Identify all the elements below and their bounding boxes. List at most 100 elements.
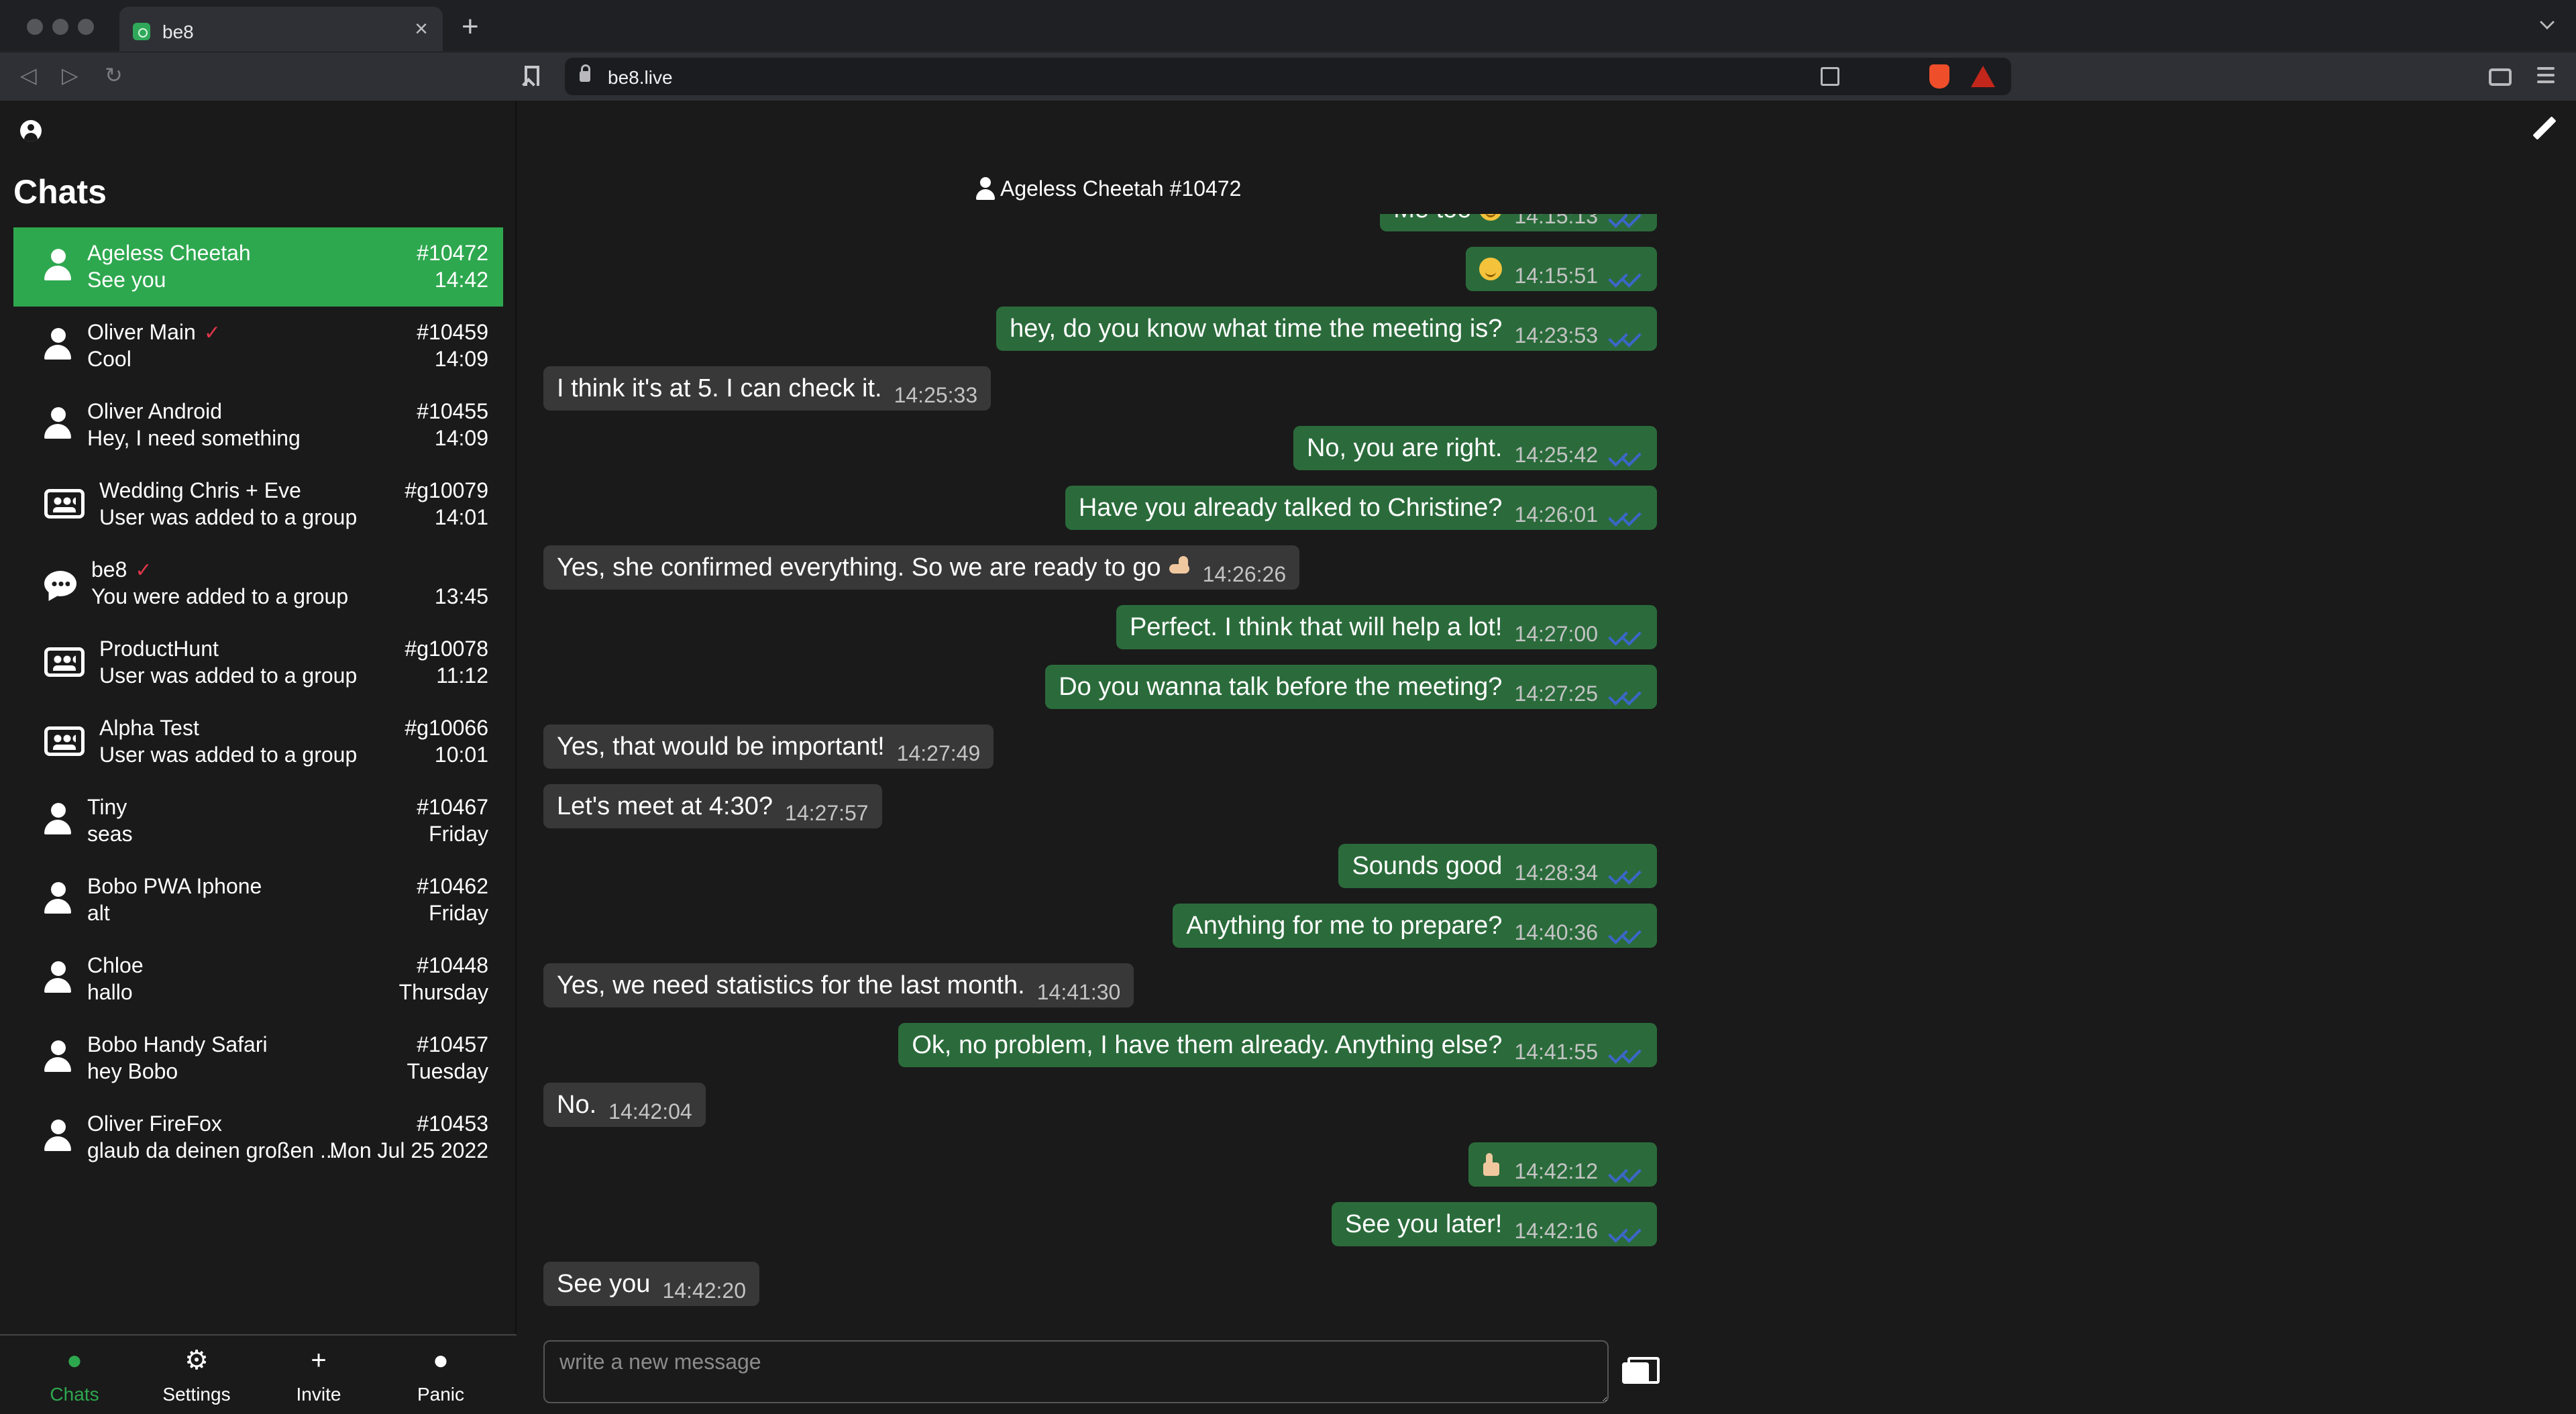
message-text: See you later! <box>1344 1209 1503 1238</box>
smile-emoji-icon <box>1479 214 1503 221</box>
hamburger-menu-icon[interactable] <box>2537 67 2555 85</box>
close-window-button[interactable] <box>27 19 43 35</box>
share-icon[interactable] <box>1821 67 1839 86</box>
person-icon <box>43 1120 72 1153</box>
message-text: hey, do you know what time the meeting i… <box>1010 314 1503 343</box>
message-timestamp: 14:28:34 <box>1514 860 1598 885</box>
message-timestamp: 14:40:36 <box>1514 920 1598 944</box>
chat-time: 14:09 <box>434 426 488 450</box>
attach-image-icon[interactable] <box>1622 1357 1660 1384</box>
chat-time: Thursday <box>398 980 488 1004</box>
chat-list-item[interactable]: Wedding Chris + Eve User was added to a g… <box>13 465 503 544</box>
message-bubble-outgoing: Have you already talked to Christine? 14:… <box>1065 486 1657 530</box>
compose-pencil-icon[interactable] <box>2532 116 2556 140</box>
forward-arrow-icon[interactable]: ▷ <box>62 64 78 86</box>
chat-list-item[interactable]: Oliver FireFox glaub da deinen großen ...… <box>13 1098 503 1177</box>
message-bubble-outgoing: Anything for me to prepare? 14:40:36 <box>1173 904 1657 948</box>
chat-list-item[interactable]: Chloe hallo #10448 Thursday <box>13 940 503 1019</box>
maximize-window-button[interactable] <box>78 19 94 35</box>
nav-invite[interactable]: + Invite <box>258 1345 380 1409</box>
message-timestamp: 14:15:13 <box>1514 214 1598 228</box>
chat-list-item[interactable]: Bobo PWA Iphone alt #10462 Friday <box>13 861 503 940</box>
chat-time: 14:42 <box>434 268 488 292</box>
chat-preview: seas <box>87 822 133 846</box>
message-bubble-outgoing: 14:42:12 <box>1468 1142 1657 1187</box>
message-text: Do you wanna talk before the meeting? <box>1059 672 1503 701</box>
chat-name: Chloe <box>87 953 144 978</box>
chat-name: Oliver FireFox <box>87 1111 222 1136</box>
message-bubble-outgoing: hey, do you know what time the meeting i… <box>996 307 1657 351</box>
tab-title: be8 <box>162 21 194 42</box>
message-text: Yes, she confirmed everything. So we are… <box>557 553 1161 582</box>
brave-rewards-icon[interactable] <box>1971 66 1995 87</box>
message-text: Ok, no problem, I have them already. Any… <box>912 1030 1503 1059</box>
nav-label: Settings <box>162 1384 231 1405</box>
chat-name-text: Wedding Chris + Eve <box>99 478 301 502</box>
chat-id: #10472 <box>417 241 488 265</box>
nav-panic[interactable]: ● Panic <box>380 1345 502 1409</box>
message-composer <box>543 1340 1609 1403</box>
chats-icon: ● <box>66 1346 83 1375</box>
group-icon <box>44 489 85 519</box>
message-text: Me too <box>1393 214 1471 224</box>
chat-list-item[interactable]: Bobo Handy Safari hey Bobo #10457 Tuesday <box>13 1019 503 1098</box>
chat-name-text: Bobo PWA Iphone <box>87 874 262 898</box>
chat-bubble-icon <box>44 571 76 596</box>
person-icon <box>43 1040 72 1074</box>
chat-name-text: Chloe <box>87 953 144 977</box>
chat-list-item[interactable]: Tiny seas #10467 Friday <box>13 781 503 861</box>
message-bubble-incoming: Yes, we need statistics for the last mon… <box>543 963 1134 1008</box>
message-bubble-incoming: Yes, she confirmed everything. So we are… <box>543 545 1300 590</box>
message-text: No. <box>557 1090 597 1119</box>
message-timestamp: 14:27:57 <box>785 800 869 825</box>
chat-id: #10453 <box>417 1111 488 1136</box>
message-timestamp: 14:26:01 <box>1514 502 1598 527</box>
message-list[interactable]: Me too 14:15:13 14:15:51 hey, do you know w… <box>543 214 1657 1414</box>
nav-chats[interactable]: ● Chats <box>13 1345 136 1409</box>
nav-settings[interactable]: ⚙ Settings <box>136 1345 258 1409</box>
message-text: Perfect. I think that will help a lot! <box>1129 612 1503 641</box>
chat-name: Oliver Android <box>87 399 222 424</box>
bomb-icon: ● <box>432 1346 449 1375</box>
chat-name-text: Tiny <box>87 795 127 819</box>
thumbs-up-emoji-icon <box>1482 1153 1502 1176</box>
nav-label: Chats <box>50 1384 99 1405</box>
chat-preview: User was added to a group <box>99 505 358 529</box>
message-timestamp: 14:23:53 <box>1514 323 1598 347</box>
back-arrow-icon[interactable]: ◁ <box>20 64 37 86</box>
message-text: Anything for me to prepare? <box>1186 911 1503 940</box>
person-icon <box>43 961 72 995</box>
minimize-window-button[interactable] <box>52 19 68 35</box>
verified-check-icon: ✓ <box>203 322 221 344</box>
new-tab-button[interactable]: + <box>462 12 479 42</box>
message-timestamp: 14:27:25 <box>1514 681 1598 706</box>
tab-close-icon[interactable]: × <box>415 17 428 40</box>
chat-list-item[interactable]: ProductHunt User was added to a group #g10… <box>13 623 503 702</box>
reload-icon[interactable]: ↻ <box>105 64 123 86</box>
chat-list-item[interactable]: be8 ✓ You were added to a group 13:45 <box>13 544 503 623</box>
chat-list-item[interactable]: Oliver Main ✓ Cool #10459 14:09 <box>13 307 503 386</box>
tab-list-chevron-icon[interactable] <box>2540 15 2555 30</box>
message-bubble-incoming: No. 14:42:04 <box>543 1083 706 1127</box>
url-text[interactable]: be8.live <box>608 67 673 89</box>
chats-heading: Chats <box>13 173 107 211</box>
message-text: Yes, we need statistics for the last mon… <box>557 971 1025 999</box>
chat-list-item[interactable]: Alpha Test User was added to a group #g100… <box>13 702 503 781</box>
message-bubble-outgoing: 14:15:51 <box>1466 247 1657 291</box>
address-bar[interactable]: be8.live <box>565 58 2011 95</box>
chat-list-item[interactable]: Ageless Cheetah See you #10472 14:42 <box>13 227 503 307</box>
bookmark-icon[interactable] <box>525 66 539 86</box>
message-timestamp: 14:25:42 <box>1514 442 1598 467</box>
flexed-biceps-emoji-icon <box>1168 556 1191 579</box>
person-icon <box>976 176 995 201</box>
browser-tab[interactable]: be8 × <box>119 7 443 52</box>
chat-preview: hey Bobo <box>87 1059 178 1083</box>
wallet-icon[interactable] <box>2489 68 2512 86</box>
message-timestamp: 14:41:55 <box>1514 1039 1598 1064</box>
chat-list-item[interactable]: Oliver Android Hey, I need something #1045… <box>13 386 503 465</box>
lock-icon <box>580 64 590 82</box>
message-input[interactable] <box>545 1342 1607 1402</box>
brave-shield-icon[interactable] <box>1929 64 1949 89</box>
profile-icon[interactable] <box>20 120 42 142</box>
chat-time: Tuesday <box>407 1059 488 1083</box>
